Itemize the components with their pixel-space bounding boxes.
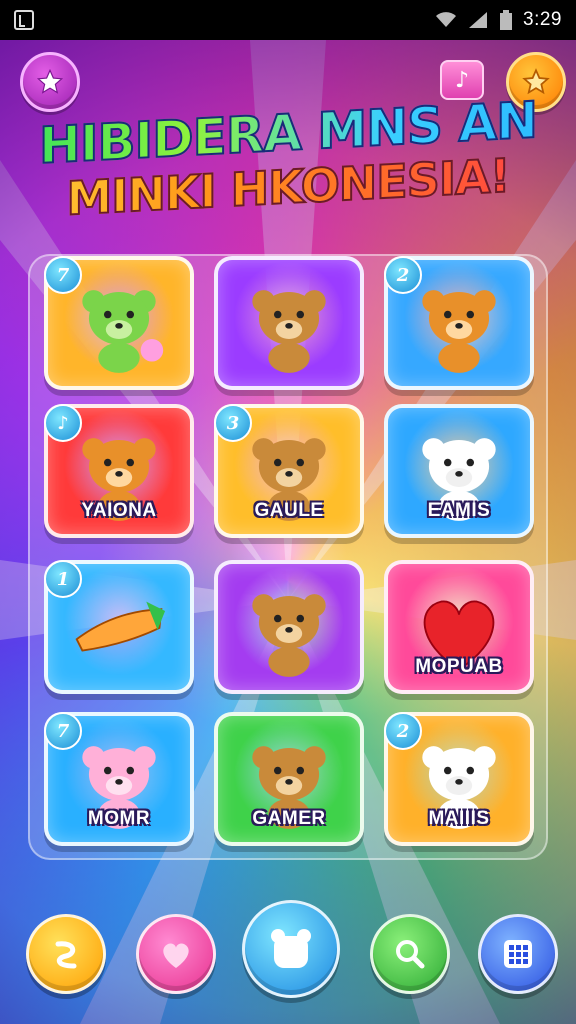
game-title: HIBIDERA MNS AN MINKI HKONESIA! <box>0 90 576 227</box>
search-button[interactable] <box>370 914 450 994</box>
home-button[interactable] <box>242 900 340 998</box>
orange-bear-icon <box>422 290 496 373</box>
level-card-label: MOMR <box>87 808 151 829</box>
level-card[interactable]: GAMER <box>214 712 364 846</box>
level-number-badge: 2 <box>384 256 422 294</box>
heart-button[interactable] <box>136 914 216 994</box>
level-card[interactable]: 2 MAIIIS <box>384 712 534 846</box>
level-card[interactable]: 1 <box>44 560 194 694</box>
curve-icon <box>55 941 77 969</box>
level-card-label: MOPUAB <box>415 656 503 677</box>
app-notification-icon <box>14 10 34 30</box>
level-number-badge: 7 <box>44 712 82 750</box>
wifi-icon <box>435 12 457 28</box>
level-number-badge: 3 <box>214 404 252 442</box>
bear-icon <box>271 929 311 968</box>
level-card[interactable]: EAMIS <box>384 404 534 538</box>
level-card[interactable] <box>214 256 364 390</box>
level-card[interactable]: 7 MOMR <box>44 712 194 846</box>
brown-bear-icon <box>252 290 326 373</box>
search-icon <box>396 940 425 969</box>
green-bear-icon <box>82 290 156 373</box>
level-card[interactable] <box>214 560 364 694</box>
level-card[interactable]: MOPUAB <box>384 560 534 694</box>
rocket-icon <box>75 608 163 652</box>
brown-bear-icon <box>252 290 326 373</box>
level-card[interactable]: ♪ YAIONA <box>44 404 194 538</box>
level-card-label: GAULE <box>254 500 324 521</box>
menu-grid-button[interactable] <box>478 914 558 994</box>
level-card-label: MAIIIS <box>428 808 490 829</box>
signal-icon <box>467 11 489 29</box>
star-button[interactable] <box>20 52 80 112</box>
level-number-badge: 2 <box>384 712 422 750</box>
level-number-badge: 7 <box>44 256 82 294</box>
battery-icon <box>499 10 513 30</box>
curve-button[interactable] <box>26 914 106 994</box>
level-card-label: GAMER <box>252 808 326 829</box>
heart-icon <box>163 943 189 968</box>
level-card[interactable]: 2 <box>384 256 534 390</box>
brown-bear-icon <box>252 594 326 677</box>
brown-bear-icon <box>252 594 326 677</box>
level-card[interactable]: 7 <box>44 256 194 390</box>
level-number-badge: ♪ <box>44 404 82 442</box>
level-number-badge: 1 <box>44 560 82 598</box>
star-icon <box>36 68 64 94</box>
level-card-label: EAMIS <box>427 500 491 521</box>
level-card-label: YAIONA <box>81 500 157 521</box>
status-bar: 3:29 <box>0 0 576 40</box>
status-time: 3:29 <box>523 9 562 30</box>
level-card[interactable]: 3 GAULE <box>214 404 364 538</box>
grid-icon <box>504 940 532 968</box>
